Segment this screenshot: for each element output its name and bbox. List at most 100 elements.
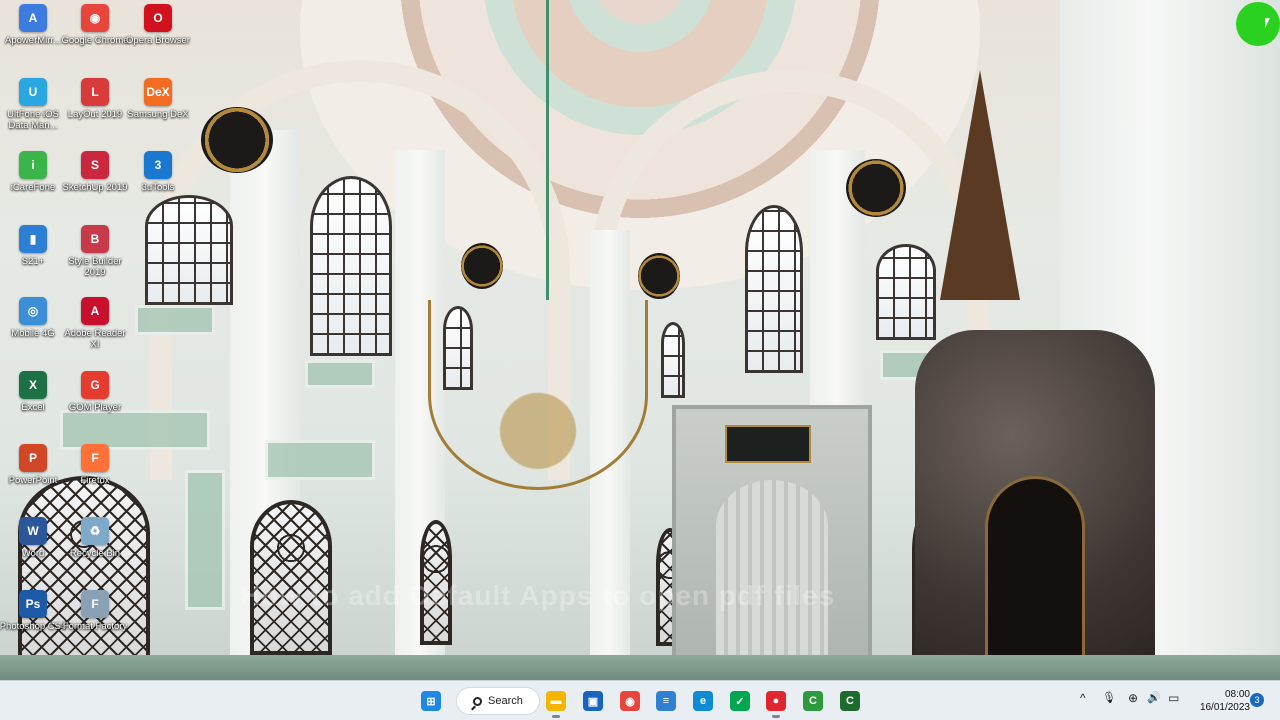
desktop-icon-photoshop[interactable]: Ps Photoshop CS4 xyxy=(0,590,66,632)
wallpaper-mihrab-niche xyxy=(716,480,828,665)
wallpaper-carpet xyxy=(0,655,1280,680)
notepad-icon: ≡ xyxy=(656,691,676,711)
desktop-icon-3utools[interactable]: 3 3uTools xyxy=(125,151,191,193)
mobile-4g-icon: ◎ xyxy=(19,297,47,325)
wallpaper-window xyxy=(145,195,233,305)
camtasia-icon: C xyxy=(803,691,823,711)
ultfone-icon: U xyxy=(19,78,47,106)
desktop-wallpaper: How to add Default Apps to open pdf file… xyxy=(0,0,1280,680)
battery-icon[interactable]: ▭ xyxy=(1168,691,1179,705)
windows-icon: ⊞ xyxy=(421,691,441,711)
clock-date: 16/01/2023 xyxy=(1199,702,1250,713)
recycle-bin-icon: ♻ xyxy=(81,517,109,545)
clock-time: 08:00 xyxy=(1224,689,1250,700)
taskbar-camtasia-2[interactable]: C xyxy=(836,687,864,715)
taskbar-recorder[interactable]: ● xyxy=(762,687,790,718)
taskbar-search[interactable]: Search xyxy=(456,687,540,715)
taskbar-file-explorer[interactable]: ▬ xyxy=(542,687,570,718)
mouse-cursor-icon xyxy=(1265,18,1270,28)
taskbar: ⊞ ▬ ▣ ◉ ≡ e ✓ ● C C Search ^ 🎙 ⊕ 🔊 ▭ 08:00 16/01/… xyxy=(0,680,1280,720)
search-icon xyxy=(473,696,482,706)
desktop-icon-sketchup[interactable]: S SketchUp 2019 xyxy=(62,151,128,193)
wallpaper-green-panel xyxy=(305,360,375,388)
wallpaper-calligraphy-medallion xyxy=(846,159,906,217)
microphone-icon[interactable]: 🎙 xyxy=(1102,691,1116,704)
desktop-icon-label: Firefox xyxy=(80,475,110,486)
desktop-icon-label: Google Chrome xyxy=(61,35,129,46)
desktop-icon-recycle-bin[interactable]: ♻ Recycle Bin xyxy=(62,517,128,559)
video-caption-overlay: How to add Default Apps to open pdf file… xyxy=(240,580,836,611)
samsung-dex-icon: DeX xyxy=(144,78,172,106)
volume-icon[interactable]: 🔊 xyxy=(1147,691,1161,704)
taskbar-camtasia[interactable]: C xyxy=(799,687,827,715)
store-icon: ▣ xyxy=(583,691,603,711)
folder-icon: ▬ xyxy=(546,691,566,711)
desktop-icon-label: Samsung DeX xyxy=(127,109,189,120)
taskbar-kaspersky[interactable]: ✓ xyxy=(726,687,754,715)
search-label: Search xyxy=(488,695,523,707)
wallpaper-window xyxy=(310,176,392,356)
desktop-icon-samsung-dex[interactable]: DeX Samsung DeX xyxy=(125,78,191,120)
layout-icon: L xyxy=(81,78,109,106)
chrome-icon: ◉ xyxy=(81,4,109,32)
recorder-icon: ● xyxy=(766,691,786,711)
wallpaper-minbar-door xyxy=(985,476,1085,680)
tray-chevron-up-icon[interactable]: ^ xyxy=(1080,691,1086,705)
wallpaper-window xyxy=(876,244,936,340)
desktop-icon-icarefone[interactable]: i iCareFone xyxy=(0,151,66,193)
desktop-icon-style-builder[interactable]: B Style Builder 2019 xyxy=(62,225,128,278)
sketchup-icon: S xyxy=(81,151,109,179)
wallpaper-calligraphy-medallion xyxy=(461,243,503,289)
desktop-icon-firefox[interactable]: F Firefox xyxy=(62,444,128,486)
edge-icon: e xyxy=(693,691,713,711)
desktop-icon-label: Format Factory xyxy=(62,621,128,632)
wallpaper-mihrab-plaque xyxy=(725,425,811,463)
photoshop-icon: Ps xyxy=(19,590,47,618)
desktop-icon-apowermirror[interactable]: A ApowerMirr... xyxy=(0,4,66,46)
wallpaper-arched-window xyxy=(250,500,332,655)
desktop-icon-format-factory[interactable]: F Format Factory xyxy=(62,590,128,632)
desktop-icon-label: Adobe Reader XI xyxy=(64,328,126,350)
desktop-icon-chrome[interactable]: ◉ Google Chrome xyxy=(61,4,129,46)
wallpaper-green-panel xyxy=(185,470,225,610)
taskbar-clock[interactable]: 08:00 16/01/2023 xyxy=(1190,688,1250,714)
desktop-icon-s21[interactable]: ▮ S21+ xyxy=(0,225,66,267)
desktop-icon-gom-player[interactable]: G GOM Player xyxy=(62,371,128,413)
desktop-icon-label: Style Builder 2019 xyxy=(68,256,122,278)
wallpaper-arched-window xyxy=(18,476,150,664)
desktop-icon-label: Recycle Bin xyxy=(69,548,121,559)
network-icon[interactable]: ⊕ xyxy=(1128,691,1138,705)
desktop-icon-excel[interactable]: X Excel xyxy=(0,371,66,413)
desktop-icon-mobile-4g[interactable]: ◎ Mobile 4G xyxy=(0,297,66,339)
wallpaper-window xyxy=(661,322,685,398)
wallpaper-calligraphy-medallion xyxy=(201,107,273,173)
style-builder-icon: B xyxy=(81,225,109,253)
camtasia-editor-icon: C xyxy=(840,691,860,711)
wallpaper-green-panel xyxy=(265,440,375,480)
s21-icon: ▮ xyxy=(19,225,47,253)
desktop-icon-opera[interactable]: O Opera Browser xyxy=(125,4,191,46)
word-icon: W xyxy=(19,517,47,545)
excel-icon: X xyxy=(19,371,47,399)
desktop-icon-word[interactable]: W Word xyxy=(0,517,66,559)
start-button[interactable]: ⊞ xyxy=(417,687,445,715)
taskbar-notepad[interactable]: ≡ xyxy=(652,687,680,715)
taskbar-edge[interactable]: e xyxy=(689,687,717,715)
taskbar-chrome[interactable]: ◉ xyxy=(616,687,644,715)
desktop-icon-powerpoint[interactable]: P PowerPoint xyxy=(0,444,66,486)
desktop-icon-label: LayOut 2019 xyxy=(67,109,123,120)
desktop-icon-label: Opera Browser xyxy=(126,35,190,46)
notification-badge[interactable]: 3 xyxy=(1250,693,1264,707)
wallpaper-calligraphy-medallion xyxy=(638,253,680,299)
desktop-icon-adobe-reader[interactable]: A Adobe Reader XI xyxy=(62,297,128,350)
format-factory-icon: F xyxy=(81,590,109,618)
desktop-icon-layout[interactable]: L LayOut 2019 xyxy=(62,78,128,120)
chrome-icon: ◉ xyxy=(620,691,640,711)
3utools-icon: 3 xyxy=(144,151,172,179)
taskbar-store[interactable]: ▣ xyxy=(579,687,607,715)
gom-player-icon: G xyxy=(81,371,109,399)
firefox-icon: F xyxy=(81,444,109,472)
desktop-icon-ultfone[interactable]: U UltFone iOS Data Man... xyxy=(0,78,66,131)
powerpoint-icon: P xyxy=(19,444,47,472)
wallpaper-minbar-spire xyxy=(940,70,1020,300)
